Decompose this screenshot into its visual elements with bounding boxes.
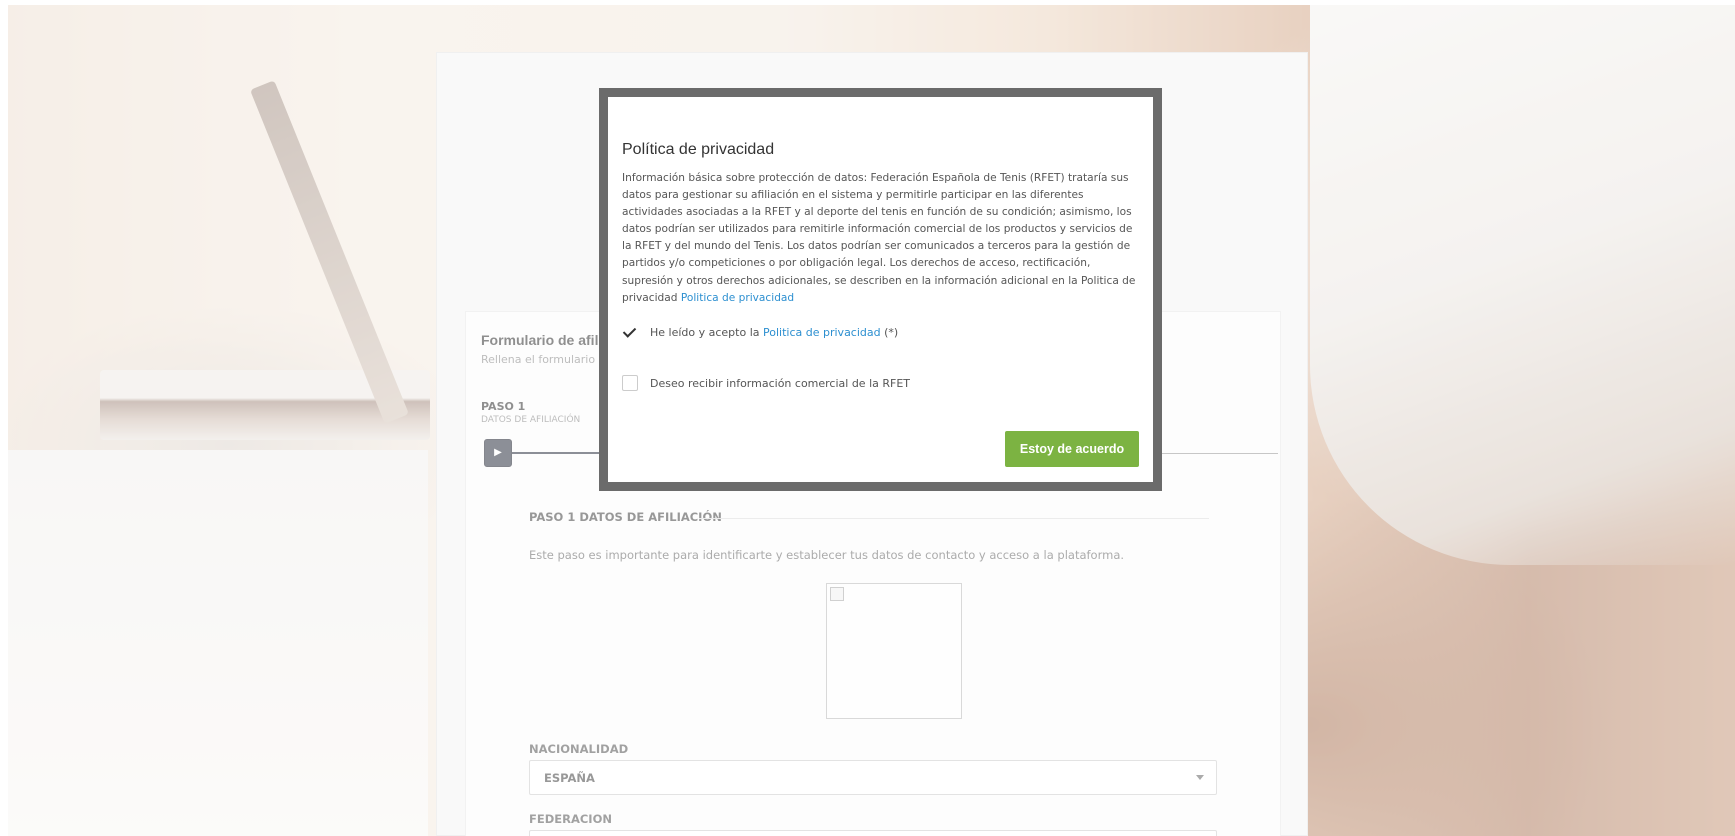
commercial-info-row: Deseo recibir información comercial de l… bbox=[622, 375, 910, 391]
accept-policy-prefix: He leído y acepto la bbox=[650, 325, 760, 339]
agree-button[interactable]: Estoy de acuerdo bbox=[1005, 431, 1139, 467]
accept-policy-checkbox[interactable] bbox=[622, 324, 638, 340]
commercial-info-checkbox[interactable] bbox=[622, 375, 638, 391]
accept-policy-link[interactable]: Politica de privacidad bbox=[763, 326, 881, 339]
commercial-info-label: Deseo recibir información comercial de l… bbox=[650, 376, 911, 390]
accept-policy-row: He leído y acepto la Politica de privaci… bbox=[622, 324, 898, 340]
accept-policy-suffix: (*) bbox=[884, 325, 899, 339]
modal-body-text: Información básica sobre protección de d… bbox=[622, 172, 1136, 304]
privacy-modal: Política de privacidad Información básic… bbox=[608, 97, 1153, 482]
modal-body: Información básica sobre protección de d… bbox=[622, 170, 1142, 307]
privacy-policy-link[interactable]: Politica de privacidad bbox=[681, 292, 794, 304]
modal-title: Política de privacidad bbox=[622, 141, 775, 158]
